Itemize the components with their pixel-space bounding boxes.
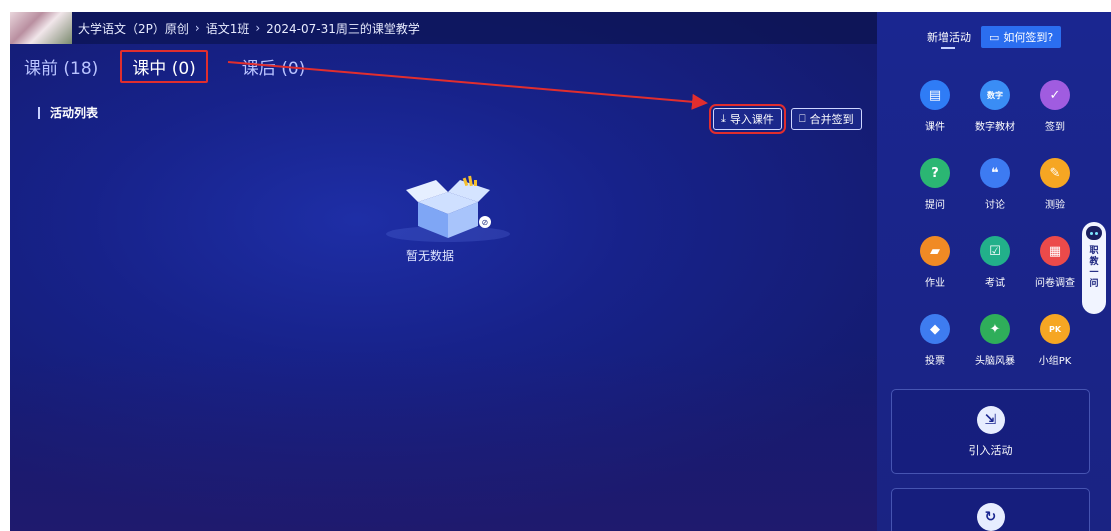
download-icon: ⤓	[721, 112, 726, 125]
refresh-activity-card[interactable]: ↻	[891, 488, 1090, 531]
tool-discussion[interactable]: ❝ 讨论	[965, 158, 1025, 211]
tool-courseware[interactable]: ▤ 课件	[905, 80, 965, 133]
tool-homework[interactable]: ▰ 作业	[905, 236, 965, 289]
breadcrumb-separator: ›	[255, 21, 261, 35]
assistant-widget[interactable]: 职 教 一 问	[1082, 222, 1106, 314]
quiz-icon: ✎	[1040, 158, 1070, 188]
svg-text:⊘: ⊘	[482, 218, 489, 227]
assistant-char: 职	[1089, 246, 1099, 256]
import-activity-card[interactable]: ⇲ 引入活动	[891, 389, 1090, 474]
main-panel: 大学语文（2P）原创 › 语文1班 › 2024-07-31周三的课堂教学 课前…	[10, 12, 877, 531]
how-to-checkin-label: 如何签到?	[1003, 31, 1054, 44]
assistant-label: 职 教 一 问	[1089, 246, 1098, 290]
empty-state: ⊘	[378, 172, 518, 246]
merge-checkin-button[interactable]: ⎕ 合并签到	[791, 108, 862, 130]
tool-question[interactable]: ? 提问	[905, 158, 965, 211]
tool-label: 作业	[925, 278, 945, 289]
tool-digital-textbook[interactable]: 数字 数字教材	[965, 80, 1025, 133]
tool-group-pk[interactable]: PK 小组PK	[1025, 314, 1085, 367]
tab-in-class[interactable]: 课中 (0)	[120, 50, 208, 83]
vote-icon: ◆	[920, 314, 950, 344]
activity-tool-grid: ▤ 课件 数字 数字教材 ✓ 签到? 提问 ❝ 讨论 ✎ 测验 ▰ 作业 ☑ 考试 ▦ 问卷调查 ◆ 投票 ✦ 头脑风暴…	[905, 80, 1085, 367]
tab-after-class[interactable]: 课后 (0)	[242, 54, 305, 79]
tool-label: 问卷调查	[1035, 278, 1075, 289]
tool-label: 头脑风暴	[975, 356, 1015, 367]
robot-icon	[1086, 226, 1102, 240]
empty-state-label: 暂无数据	[406, 249, 455, 263]
merge-icon: ⎕	[799, 112, 806, 125]
course-thumbnail	[10, 12, 72, 44]
assistant-char: 问	[1089, 279, 1099, 289]
breadcrumb-separator: ›	[194, 21, 200, 35]
tool-survey[interactable]: ▦ 问卷调查	[1025, 236, 1085, 289]
assistant-char: 教	[1089, 257, 1099, 267]
tool-exam[interactable]: ☑ 考试	[965, 236, 1025, 289]
activity-sidebar: 新增活动 ▭ 如何签到? ▤ 课件 数字 数字教材 ✓ 签到? 提问 ❝ 讨论 ✎ 测验 ▰ 作业 ☑ 考试…	[877, 12, 1111, 531]
import-activity-icon: ⇲	[976, 405, 1005, 434]
tool-label: 签到	[1045, 122, 1065, 133]
tool-label: 数字教材	[975, 122, 1015, 133]
tool-label: 课件	[925, 122, 945, 133]
breadcrumb: 大学语文（2P）原创 › 语文1班 › 2024-07-31周三的课堂教学	[10, 12, 877, 44]
tool-label: 考试	[985, 278, 1005, 289]
checkin-icon: ✓	[1040, 80, 1070, 110]
activity-list-title: 活动列表	[38, 107, 98, 119]
app-stage: 大学语文（2P）原创 › 语文1班 › 2024-07-31周三的课堂教学 课前…	[10, 12, 1111, 531]
assistant-char: 一	[1089, 268, 1099, 278]
tool-label: 提问	[925, 200, 945, 211]
survey-icon: ▦	[1040, 236, 1070, 266]
brainstorm-icon: ✦	[980, 314, 1010, 344]
phase-tabs: 课前 (18) 课中 (0) 课后 (0)	[24, 50, 339, 83]
breadcrumb-class[interactable]: 语文1班	[206, 20, 250, 37]
digital-textbook-icon: 数字	[980, 80, 1010, 110]
sidebar-title: 新增活动	[927, 31, 971, 49]
tool-brainstorm[interactable]: ✦ 头脑风暴	[965, 314, 1025, 367]
tab-before-class[interactable]: 课前 (18)	[24, 54, 98, 79]
tool-checkin[interactable]: ✓ 签到	[1025, 80, 1085, 133]
sidebar-header: 新增活动 ▭ 如何签到?	[927, 26, 1062, 49]
tool-label: 小组PK	[1038, 356, 1072, 367]
merge-checkin-label: 合并签到	[809, 113, 854, 126]
group-pk-icon: PK	[1040, 314, 1070, 344]
refresh-icon: ↻	[976, 503, 1005, 531]
tool-label: 投票	[925, 356, 945, 367]
tool-label: 讨论	[985, 200, 1005, 211]
breadcrumb-session: 2024-07-31周三的课堂教学	[266, 21, 420, 36]
homework-icon: ▰	[920, 236, 950, 266]
discussion-icon: ❝	[980, 158, 1010, 188]
import-courseware-label: 导入课件	[729, 113, 774, 126]
exam-icon: ☑	[980, 236, 1010, 266]
tool-quiz[interactable]: ✎ 测验	[1025, 158, 1085, 211]
breadcrumb-course[interactable]: 大学语文（2P）原创	[78, 20, 189, 37]
empty-box-icon: ⊘	[386, 175, 510, 242]
tool-vote[interactable]: ◆ 投票	[905, 314, 965, 367]
how-to-checkin-button[interactable]: ▭ 如何签到?	[981, 26, 1062, 48]
video-icon: ▭	[989, 30, 1000, 44]
import-courseware-button[interactable]: ⤓ 导入课件	[709, 104, 786, 134]
courseware-icon: ▤	[920, 80, 950, 110]
question-icon: ?	[920, 158, 950, 188]
import-activity-label: 引入活动	[968, 443, 1013, 457]
tool-label: 测验	[1045, 200, 1065, 211]
